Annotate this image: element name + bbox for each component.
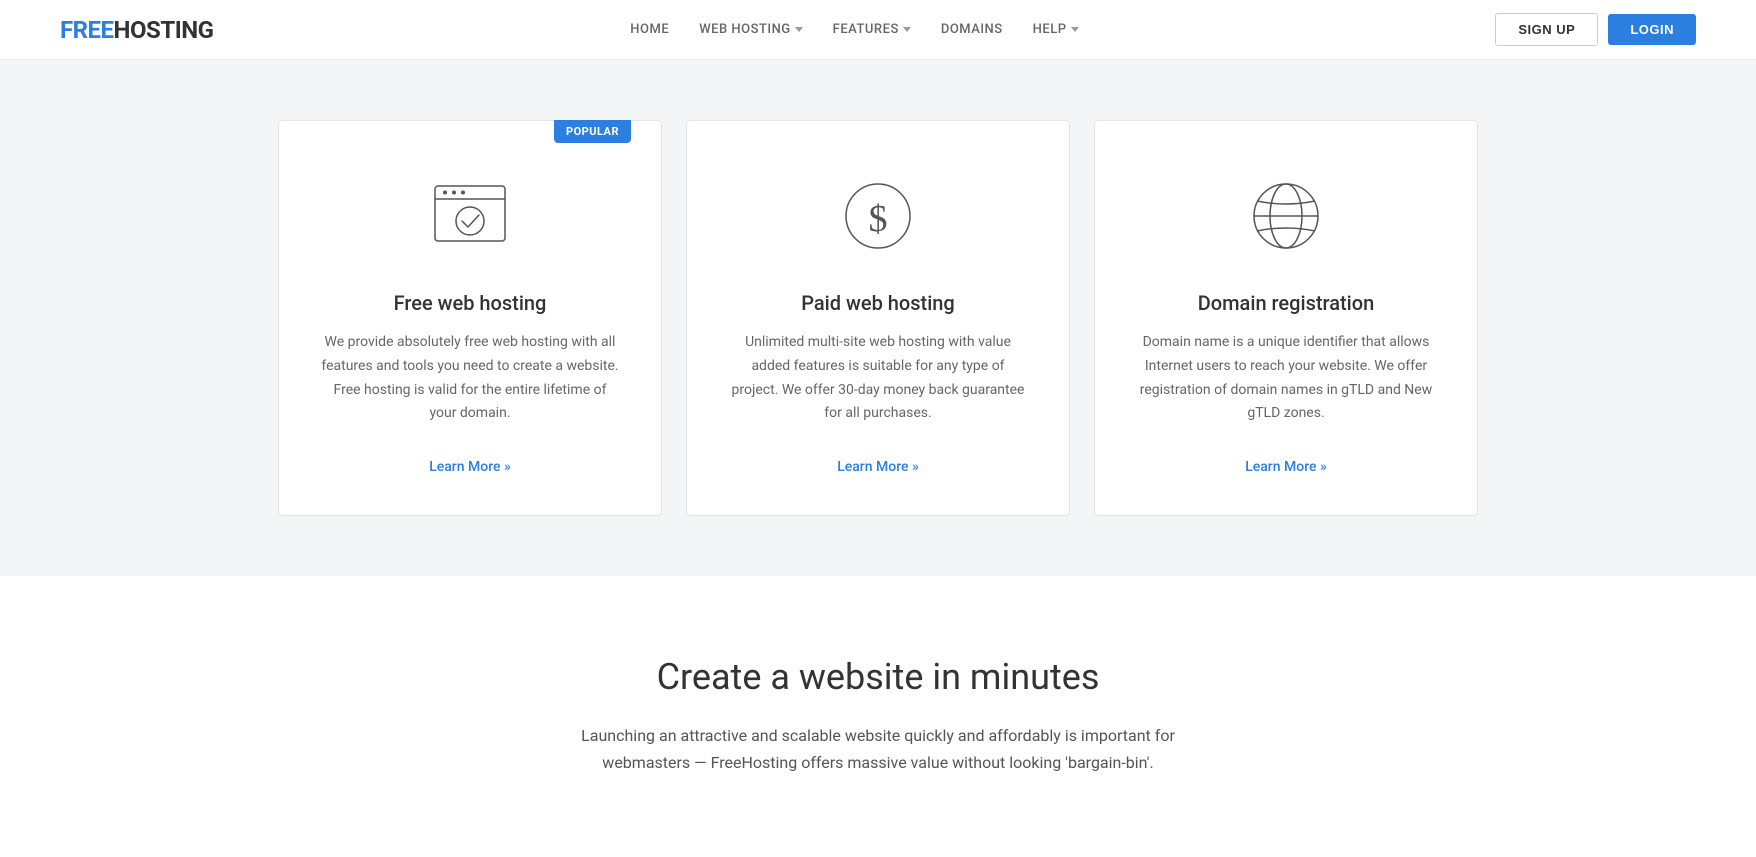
bottom-section: Create a website in minutes Launching an… bbox=[0, 576, 1756, 856]
card-description: Domain name is a unique identifier that … bbox=[1135, 331, 1437, 426]
nav-home[interactable]: HOME bbox=[630, 22, 669, 37]
card-title: Free web hosting bbox=[319, 291, 621, 315]
card-description: Unlimited multi-site web hosting with va… bbox=[727, 331, 1029, 426]
nav-web-hosting[interactable]: WEB HOSTING bbox=[699, 22, 802, 37]
globe-icon bbox=[1241, 171, 1331, 261]
nav-domains[interactable]: DOMAINS bbox=[941, 22, 1003, 37]
card-free-hosting: POPULAR Free web hosting We provide bbox=[278, 120, 662, 516]
header-buttons: SIGN UP LOGIN bbox=[1495, 13, 1696, 46]
cards-grid: POPULAR Free web hosting We provide bbox=[278, 120, 1478, 516]
popular-badge: POPULAR bbox=[554, 120, 631, 143]
logo-free: FREE bbox=[60, 16, 114, 44]
card-domain-registration: Domain registration Domain name is a uni… bbox=[1094, 120, 1478, 516]
logo-hosting: HOSTING bbox=[114, 16, 214, 44]
dollar-icon: $ bbox=[833, 171, 923, 261]
learn-more-link[interactable]: Learn More » bbox=[429, 459, 511, 475]
svg-text:$: $ bbox=[869, 198, 888, 240]
browser-check-icon bbox=[425, 171, 515, 261]
cards-section: POPULAR Free web hosting We provide bbox=[0, 60, 1756, 576]
chevron-down-icon bbox=[1071, 27, 1079, 32]
card-title: Paid web hosting bbox=[727, 291, 1029, 315]
learn-more-link[interactable]: Learn More » bbox=[1245, 459, 1327, 475]
card-paid-hosting: $ Paid web hosting Unlimited multi-site … bbox=[686, 120, 1070, 516]
bottom-description: Launching an attractive and scalable web… bbox=[558, 722, 1198, 776]
learn-more-link[interactable]: Learn More » bbox=[837, 459, 919, 475]
main-nav: HOME WEB HOSTING FEATURES DOMAINS HELP bbox=[630, 22, 1078, 37]
site-header: FREEHOSTING HOME WEB HOSTING FEATURES DO… bbox=[0, 0, 1756, 60]
nav-features[interactable]: FEATURES bbox=[833, 22, 911, 37]
login-button[interactable]: LOGIN bbox=[1608, 14, 1696, 45]
signup-button[interactable]: SIGN UP bbox=[1495, 13, 1598, 46]
chevron-down-icon bbox=[903, 27, 911, 32]
nav-help[interactable]: HELP bbox=[1033, 22, 1079, 37]
bottom-title: Create a website in minutes bbox=[60, 656, 1696, 698]
logo[interactable]: FREEHOSTING bbox=[60, 16, 214, 44]
card-description: We provide absolutely free web hosting w… bbox=[319, 331, 621, 426]
card-title: Domain registration bbox=[1135, 291, 1437, 315]
chevron-down-icon bbox=[795, 27, 803, 32]
